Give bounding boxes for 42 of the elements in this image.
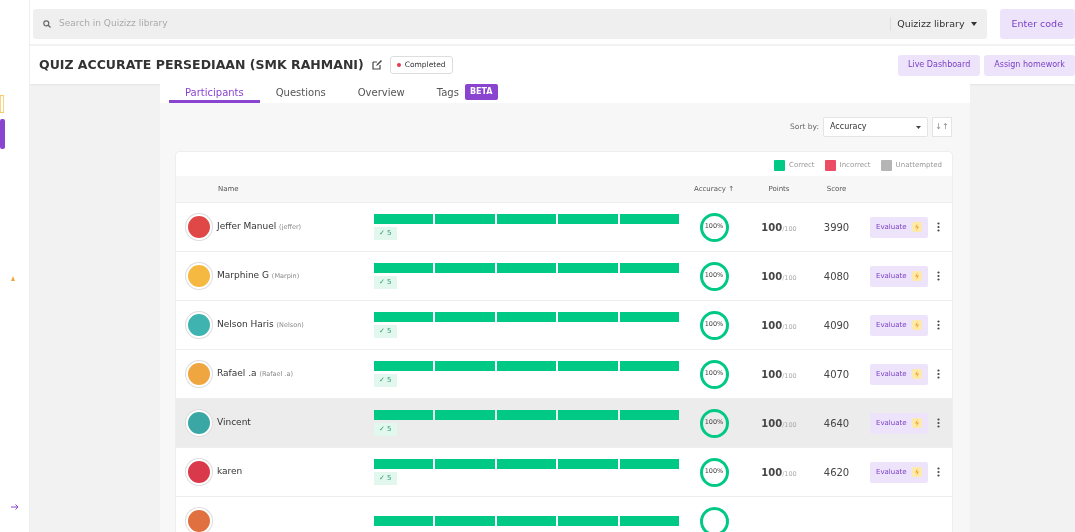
score-value: 4070 (822, 367, 851, 382)
lightning-icon (911, 418, 922, 428)
edit-icon[interactable] (371, 60, 382, 70)
more-options-icon[interactable] (936, 271, 940, 281)
sort-order-button[interactable]: ↓↑ (932, 117, 952, 137)
status-dot (396, 63, 401, 67)
more-options-icon[interactable] (936, 467, 940, 477)
more-options-icon[interactable] (936, 369, 940, 379)
caret-icon (916, 125, 921, 129)
lightning-icon (911, 222, 922, 232)
more-options-icon[interactable] (936, 222, 940, 232)
sort-dropdown[interactable]: Accuracy (823, 117, 928, 137)
search-field[interactable]: Search in Quizizz library Quizizz library (33, 9, 987, 39)
header-button[interactable]: Assign homework (984, 54, 1075, 76)
header-button[interactable]: Live Dashboard (897, 54, 981, 76)
more-options-icon[interactable] (936, 418, 940, 428)
tab[interactable]: Questions (259, 84, 342, 103)
accuracy-ring (699, 506, 729, 532)
library-dropdown[interactable]: Quizizz library (890, 16, 987, 32)
score-value: 4620 (822, 465, 851, 480)
score-value: 4080 (822, 269, 851, 284)
caret-icon (970, 22, 977, 27)
beta-badge: BETA (464, 84, 498, 100)
search-icon (43, 20, 51, 28)
tab[interactable]: Tags BETA (420, 84, 514, 103)
lightning-icon (911, 271, 922, 281)
enter-code-button[interactable]: Enter code (999, 9, 1075, 39)
score-value: 3990 (822, 220, 851, 235)
participant-name: Vincent (217, 416, 251, 430)
lightning-icon (911, 467, 922, 477)
tab[interactable]: Participants (169, 84, 260, 103)
lightning-icon (911, 369, 922, 379)
tab[interactable]: Overview (341, 84, 421, 103)
score-value: 4090 (822, 318, 851, 333)
arrow-icon[interactable] (11, 504, 19, 510)
lightning-icon (911, 320, 922, 330)
score-value: 4640 (822, 416, 851, 431)
quiz-title: QUIZ ACCURATE PERSEDIAAN (SMK RAHMANI) (39, 55, 364, 74)
participant-name: karen (217, 465, 243, 479)
sort-value: Accuracy (830, 121, 867, 133)
more-options-icon[interactable] (936, 320, 940, 330)
sidebar-active-indicator (0, 119, 5, 149)
